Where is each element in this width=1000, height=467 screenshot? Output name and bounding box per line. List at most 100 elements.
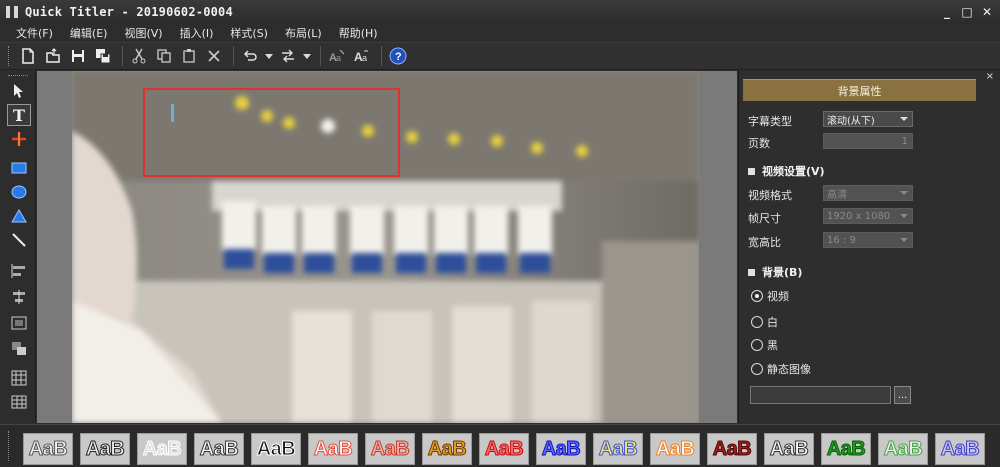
triangle-tool-icon[interactable] bbox=[7, 205, 31, 227]
redo-dropdown-icon[interactable] bbox=[302, 45, 312, 67]
style-tile[interactable]: AaB bbox=[80, 433, 130, 465]
bg-option-video[interactable]: 视频 bbox=[751, 288, 789, 304]
tool-palette-grip[interactable] bbox=[8, 75, 28, 78]
copy-icon[interactable] bbox=[153, 45, 175, 67]
style-tile-sample-text: AaB bbox=[712, 437, 752, 460]
background-section[interactable]: 背景(B) bbox=[748, 264, 802, 280]
style-palette-grip[interactable] bbox=[8, 431, 11, 461]
panel-close-icon[interactable]: × bbox=[986, 71, 994, 82]
style-tile-sample-text: AaB bbox=[598, 437, 638, 460]
style-tile[interactable]: AaB bbox=[593, 433, 643, 465]
style-tile[interactable]: AaB bbox=[137, 433, 187, 465]
browse-button[interactable]: ... bbox=[894, 386, 911, 404]
safe-area-tool-icon[interactable] bbox=[7, 312, 31, 334]
radio-icon bbox=[751, 316, 763, 328]
align-center-tool-icon[interactable] bbox=[7, 286, 31, 308]
maximize-button[interactable]: □ bbox=[958, 3, 976, 21]
menu-insert[interactable]: 插入(I) bbox=[180, 25, 214, 41]
pointer-tool-icon[interactable] bbox=[7, 80, 31, 102]
style-tile-sample-text: AaB bbox=[313, 437, 353, 460]
style-tile[interactable]: AaB bbox=[422, 433, 472, 465]
menu-file[interactable]: 文件(F) bbox=[16, 25, 53, 41]
style-tile[interactable]: AaB bbox=[878, 433, 928, 465]
bg-option-label: 白 bbox=[767, 316, 778, 329]
ellipse-tool-icon[interactable] bbox=[7, 181, 31, 203]
move-tool-icon[interactable] bbox=[7, 128, 31, 150]
chevron-down-icon bbox=[900, 191, 908, 195]
style-tile[interactable]: AaB bbox=[194, 433, 244, 465]
style-tile[interactable]: AaB bbox=[764, 433, 814, 465]
bg-option-label: 静态图像 bbox=[767, 363, 811, 376]
close-button[interactable]: ✕ bbox=[978, 3, 996, 21]
style-tile[interactable]: AaB bbox=[308, 433, 358, 465]
menu-help[interactable]: 帮助(H) bbox=[339, 25, 378, 41]
undo-dropdown-icon[interactable] bbox=[264, 45, 274, 67]
style-tile[interactable]: AaB bbox=[821, 433, 871, 465]
style-tile[interactable]: AaB bbox=[650, 433, 700, 465]
bg-option-white[interactable]: 白 bbox=[751, 314, 778, 330]
video-format-value: 高清 bbox=[827, 189, 847, 201]
toolbar-separator bbox=[381, 46, 382, 66]
save-as-icon[interactable] bbox=[92, 45, 114, 67]
video-settings-section[interactable]: 视频设置(V) bbox=[748, 163, 825, 179]
video-preview-frame[interactable] bbox=[72, 71, 699, 423]
text-effect-icon[interactable]: Aa bbox=[351, 45, 373, 67]
line-tool-icon[interactable] bbox=[7, 229, 31, 251]
pages-input: 1 bbox=[823, 133, 913, 149]
style-tile-sample-text: AaB bbox=[484, 437, 524, 460]
title-bar: Quick Titler - 20190602-0004 _ □ ✕ bbox=[0, 0, 1000, 24]
grid-tool-icon[interactable] bbox=[7, 367, 31, 389]
style-tile[interactable]: AaB bbox=[251, 433, 301, 465]
video-settings-label: 视频设置(V) bbox=[762, 165, 825, 178]
align-left-tool-icon[interactable] bbox=[7, 260, 31, 282]
minimize-button[interactable]: _ bbox=[938, 3, 956, 21]
chevron-down-icon bbox=[900, 238, 908, 242]
frame-size-select: 1920 x 1080 bbox=[823, 208, 913, 224]
toolbar-grip[interactable] bbox=[8, 46, 11, 66]
aspect-ratio-label: 宽高比 bbox=[748, 236, 781, 249]
text-tool-icon[interactable]: T bbox=[7, 104, 31, 126]
panel-title: 背景属性 bbox=[743, 79, 976, 101]
menu-edit[interactable]: 编辑(E) bbox=[70, 25, 108, 41]
text-style-icon[interactable]: Aa bbox=[326, 45, 348, 67]
layer-tool-icon[interactable] bbox=[7, 338, 31, 360]
collapse-icon bbox=[748, 268, 755, 276]
rectangle-tool-icon[interactable] bbox=[7, 157, 31, 179]
video-format-select: 高清 bbox=[823, 185, 913, 201]
style-tile[interactable]: AaB bbox=[935, 433, 985, 465]
radio-icon bbox=[751, 363, 763, 375]
style-tile[interactable]: AaB bbox=[707, 433, 757, 465]
style-tile-sample-text: AaB bbox=[28, 437, 68, 460]
video-format-label: 视频格式 bbox=[748, 189, 792, 202]
open-file-icon[interactable] bbox=[42, 45, 64, 67]
bg-option-still-image[interactable]: 静态图像 bbox=[751, 361, 811, 377]
image-path-input[interactable] bbox=[750, 386, 891, 404]
table-tool-icon[interactable] bbox=[7, 391, 31, 413]
pages-value: 1 bbox=[901, 135, 908, 147]
title-canvas-area[interactable] bbox=[37, 71, 737, 423]
style-tile-sample-text: AaB bbox=[769, 437, 809, 460]
style-tile-sample-text: AaB bbox=[541, 437, 581, 460]
paste-icon[interactable] bbox=[178, 45, 200, 67]
undo-icon[interactable] bbox=[239, 45, 261, 67]
text-insert-cursor bbox=[171, 104, 174, 122]
menu-layout[interactable]: 布局(L) bbox=[285, 25, 322, 41]
menu-view[interactable]: 视图(V) bbox=[124, 25, 162, 41]
style-tile-sample-text: AaB bbox=[370, 437, 410, 460]
style-tile[interactable]: AaB bbox=[479, 433, 529, 465]
delete-icon[interactable] bbox=[203, 45, 225, 67]
style-tile[interactable]: AaB bbox=[365, 433, 415, 465]
style-tile[interactable]: AaB bbox=[23, 433, 73, 465]
svg-text:T: T bbox=[13, 107, 25, 123]
save-icon[interactable] bbox=[67, 45, 89, 67]
menu-style[interactable]: 样式(S) bbox=[230, 25, 268, 41]
text-selection-rectangle[interactable] bbox=[143, 88, 400, 177]
redo-icon[interactable] bbox=[277, 45, 299, 67]
bg-option-black[interactable]: 黑 bbox=[751, 337, 778, 353]
new-file-icon[interactable] bbox=[17, 45, 39, 67]
style-tile[interactable]: AaB bbox=[536, 433, 586, 465]
cut-icon[interactable] bbox=[128, 45, 150, 67]
help-icon[interactable]: ? bbox=[387, 45, 409, 67]
subtitle-type-select[interactable]: 滚动(从下) bbox=[823, 111, 913, 127]
toolbar-separator bbox=[122, 46, 123, 66]
